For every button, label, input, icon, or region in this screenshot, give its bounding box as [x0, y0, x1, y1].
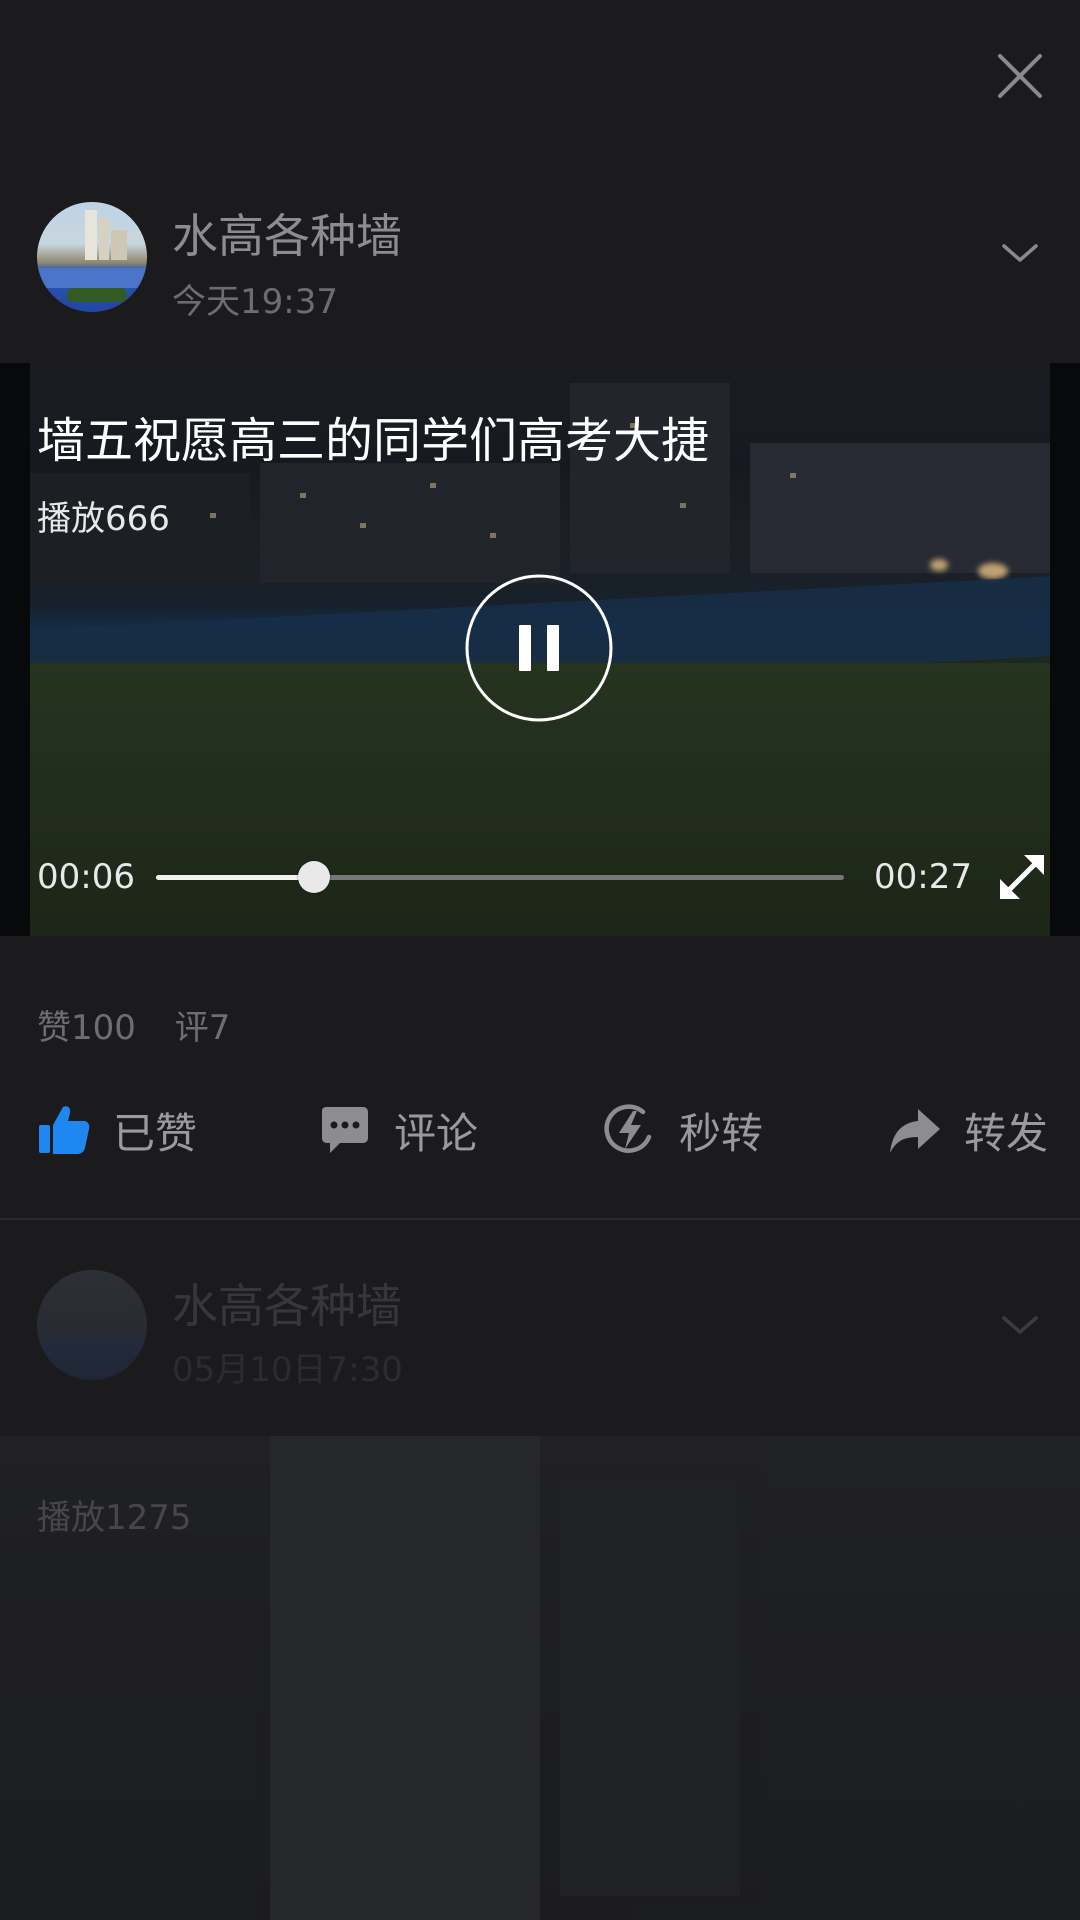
next-author-name[interactable]: 水高各种墙 [172, 1270, 402, 1336]
next-play-count: 播放1275 [37, 1498, 192, 1538]
post-time: 今天19:37 [172, 282, 338, 322]
next-post[interactable]: 水高各种墙 05月10日7:30 播放1275 [0, 1222, 1080, 1920]
close-button[interactable] [984, 40, 1056, 112]
fullscreen-icon [1000, 855, 1044, 899]
like-button[interactable]: 已赞 [37, 1090, 197, 1170]
share-arrow-icon [890, 1109, 940, 1153]
like-label: 已赞 [113, 1108, 198, 1158]
action-bar: 已赞 评论 秒转 转发 [0, 1090, 1080, 1170]
current-time: 00:06 [37, 857, 135, 897]
quick-repost-label: 秒转 [679, 1108, 764, 1158]
pause-icon [465, 574, 613, 722]
forward-button[interactable]: 转发 [888, 1090, 1048, 1170]
lightning-icon [604, 1104, 652, 1153]
video-feed-page: 水高各种墙 今天19:37 墙五祝愿高三的同学们高考大捷 播放666 00:06… [0, 0, 1080, 1920]
play-count: 播放666 [37, 499, 170, 539]
progress-fill [156, 875, 315, 880]
post-header: 水高各种墙 今天19:37 [0, 180, 1080, 360]
chevron-down-icon [1002, 1316, 1038, 1334]
comment-count: 评7 [174, 1008, 231, 1048]
forward-label: 转发 [964, 1108, 1049, 1158]
progress-bar[interactable] [156, 861, 844, 893]
fullscreen-button[interactable] [994, 849, 1050, 905]
post-menu-button[interactable] [996, 230, 1044, 278]
total-time: 00:27 [874, 857, 972, 897]
pause-button[interactable] [464, 573, 614, 723]
next-author-avatar[interactable] [37, 1270, 147, 1380]
video-title: 墙五祝愿高三的同学们高考大捷 [37, 413, 710, 469]
comment-button[interactable]: 评论 [318, 1090, 478, 1170]
thumbs-up-icon [39, 1106, 90, 1154]
next-post-menu-button[interactable] [996, 1302, 1044, 1350]
divider [0, 1218, 1080, 1220]
like-count: 赞100 [37, 1008, 136, 1048]
progress-knob[interactable] [298, 861, 331, 893]
author-avatar[interactable] [37, 202, 147, 312]
video-player[interactable]: 墙五祝愿高三的同学们高考大捷 播放666 00:06 00:27 [0, 363, 1080, 936]
chevron-down-icon [1002, 244, 1038, 262]
close-icon [998, 54, 1042, 98]
comment-label: 评论 [394, 1108, 479, 1158]
quick-repost-button[interactable]: 秒转 [603, 1090, 763, 1170]
author-name[interactable]: 水高各种墙 [172, 200, 402, 266]
post-stats: 赞100 评7 [37, 1000, 258, 1049]
next-post-time: 05月10日7:30 [172, 1350, 403, 1390]
comment-icon [322, 1107, 368, 1153]
